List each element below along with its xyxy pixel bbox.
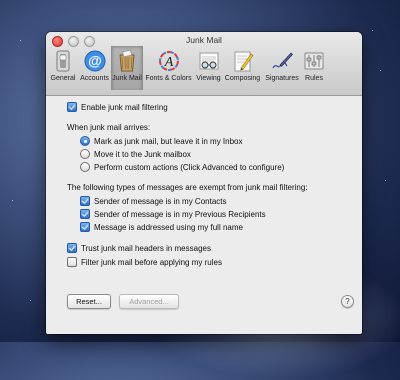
trust-headers-checkbox[interactable]	[67, 243, 77, 253]
enable-junk-filter-checkbox[interactable]	[67, 102, 77, 112]
checkbox-label: Sender of message is in my Previous Reci…	[94, 209, 266, 219]
radio-button[interactable]	[80, 136, 90, 146]
radio-label: Move it to the Junk mailbox	[94, 149, 191, 159]
desktop-star	[20, 40, 21, 41]
general-switch-icon	[50, 49, 76, 73]
exempt-option-full-name[interactable]: Message is addressed using my full name	[80, 222, 243, 232]
toolbar-item-label: Signatures	[265, 75, 299, 82]
toolbar-item-junk-mail[interactable]: Junk Mail	[111, 46, 143, 90]
reset-button[interactable]: Reset...	[67, 294, 111, 309]
trust-headers-row[interactable]: Trust junk mail headers in messages	[67, 243, 211, 253]
toolbar-item-signatures[interactable]: Signatures	[262, 46, 302, 90]
exempt-contacts-checkbox[interactable]	[80, 196, 90, 206]
radio-label: Perform custom actions (Click Advanced t…	[94, 162, 285, 172]
toolbar-item-label: Composing	[224, 75, 261, 82]
trust-headers-label: Trust junk mail headers in messages	[81, 243, 211, 253]
window-titlebar: Junk Mail General @ Accounts Junk Mail A…	[46, 32, 362, 96]
preferences-window: Junk Mail General @ Accounts Junk Mail A…	[46, 32, 362, 334]
exempt-previous-recipients-checkbox[interactable]	[80, 209, 90, 219]
toolbar-item-label: Junk Mail	[112, 75, 142, 82]
exempt-full-name-checkbox[interactable]	[80, 222, 90, 232]
toolbar-item-fonts-colors[interactable]: A Fonts & Colors	[143, 46, 194, 90]
junk-mail-pane: Enable junk mail filtering When junk mai…	[46, 96, 362, 334]
exempt-option-previous-recipients[interactable]: Sender of message is in my Previous Reci…	[80, 209, 266, 219]
toolbar-item-rules[interactable]: Rules	[302, 46, 326, 90]
toolbar-item-label: Fonts & Colors	[145, 75, 192, 82]
svg-text:@: @	[88, 53, 102, 69]
desktop-star	[12, 200, 13, 201]
desktop-star	[372, 30, 373, 31]
arrives-heading: When junk mail arrives:	[67, 123, 151, 132]
toolbar-item-composing[interactable]: Composing	[223, 46, 262, 90]
filter-before-rules-row[interactable]: Filter junk mail before applying my rule…	[67, 257, 222, 267]
arrival-option-custom-actions[interactable]: Perform custom actions (Click Advanced t…	[80, 162, 284, 172]
font-colors-icon: A	[156, 49, 182, 73]
enable-junk-filter-row[interactable]: Enable junk mail filtering	[67, 102, 168, 112]
toolbar-item-label: Rules	[305, 75, 323, 82]
filter-before-rules-label: Filter junk mail before applying my rule…	[81, 257, 222, 267]
toolbar-item-label: Viewing	[196, 75, 221, 82]
radio-label: Mark as junk mail, but leave it in my In…	[94, 136, 243, 146]
svg-text:A: A	[163, 55, 173, 70]
preferences-toolbar: General @ Accounts Junk Mail A Fonts & C…	[48, 46, 360, 94]
window-title: Junk Mail	[186, 35, 222, 45]
toolbar-item-label: General	[50, 75, 76, 82]
signature-pen-icon	[269, 49, 295, 73]
rules-icon	[301, 49, 327, 73]
enable-junk-filter-label: Enable junk mail filtering	[81, 102, 168, 112]
at-sign-icon: @	[82, 49, 108, 73]
desktop-star	[30, 300, 31, 301]
toolbar-item-viewing[interactable]: Viewing	[194, 46, 223, 90]
composing-pencil-icon	[230, 49, 256, 73]
desktop-star	[385, 180, 386, 181]
toolbar-item-label: Accounts	[80, 75, 109, 82]
exempt-heading: The following types of messages are exem…	[67, 183, 308, 192]
arrival-option-move-junk[interactable]: Move it to the Junk mailbox	[80, 149, 191, 159]
toolbar-item-general[interactable]: General	[48, 46, 78, 90]
help-button[interactable]: ?	[341, 295, 354, 308]
arrival-option-mark-junk[interactable]: Mark as junk mail, but leave it in my In…	[80, 136, 243, 146]
junk-mail-bin-icon	[114, 49, 140, 73]
advanced-button[interactable]: Advanced...	[119, 294, 179, 309]
radio-button[interactable]	[80, 162, 90, 172]
desktop-star	[380, 70, 381, 71]
checkbox-label: Message is addressed using my full name	[94, 222, 243, 232]
viewing-glasses-icon	[196, 49, 222, 73]
checkbox-label: Sender of message is in my Contacts	[94, 196, 227, 206]
exempt-option-contacts[interactable]: Sender of message is in my Contacts	[80, 196, 227, 206]
filter-before-rules-checkbox[interactable]	[67, 257, 77, 267]
toolbar-item-accounts[interactable]: @ Accounts	[78, 46, 111, 90]
radio-button[interactable]	[80, 149, 90, 159]
